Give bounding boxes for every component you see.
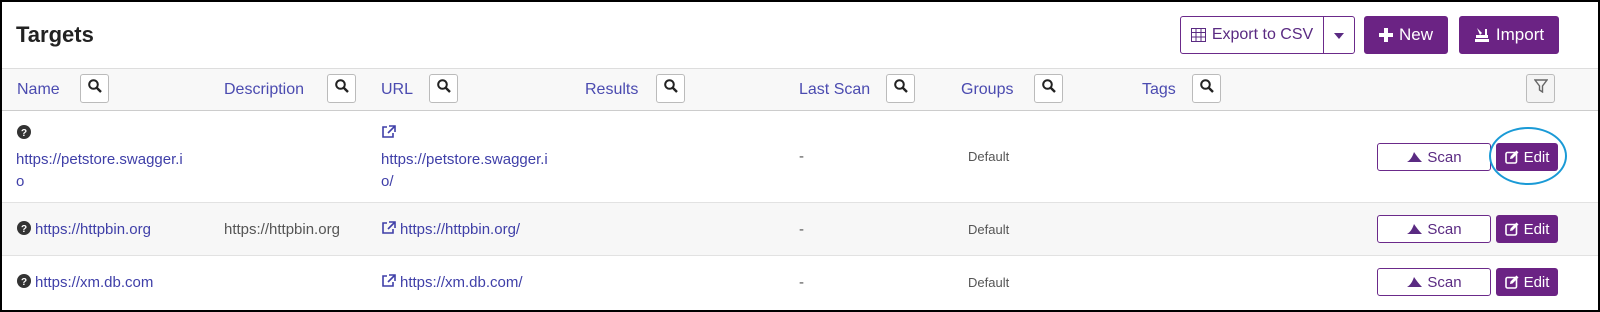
scan-button[interactable]: Scan <box>1377 143 1491 171</box>
column-name[interactable]: Name <box>17 81 60 99</box>
search-icon <box>1199 79 1214 98</box>
svg-text:?: ? <box>21 128 27 139</box>
import-button[interactable]: Import <box>1459 16 1559 54</box>
target-url-line1: https://petstore.swagger.i <box>381 151 548 168</box>
search-icon <box>87 79 102 98</box>
edit-label: Edit <box>1523 273 1550 291</box>
search-icon <box>334 79 349 98</box>
target-name-link[interactable]: https://httpbin.org <box>35 221 151 238</box>
scan-label: Scan <box>1427 220 1462 238</box>
last-scan-value: - <box>799 221 804 238</box>
caret-down-icon <box>1334 26 1344 44</box>
help-icon[interactable]: ? <box>17 125 31 143</box>
filter-icon <box>1533 79 1548 98</box>
edit-icon <box>1504 222 1519 236</box>
target-url-link[interactable]: https://petstore.swagger.i o/ <box>381 149 548 193</box>
last-scan-search-button[interactable] <box>886 74 915 103</box>
new-target-button[interactable]: New <box>1364 16 1448 54</box>
table-row: ? https://httpbin.org https://httpbin.or… <box>2 203 1598 256</box>
import-label: Import <box>1495 25 1545 44</box>
svg-text:?: ? <box>21 277 27 288</box>
new-label: New <box>1398 25 1433 44</box>
fin-icon <box>1406 151 1423 163</box>
search-icon <box>893 79 908 98</box>
target-name-link[interactable]: https://xm.db.com <box>35 274 153 291</box>
target-url-link[interactable]: https://xm.db.com/ <box>400 274 523 291</box>
table-icon <box>1190 28 1206 42</box>
search-icon <box>663 79 678 98</box>
scan-label: Scan <box>1427 148 1462 166</box>
svg-text:?: ? <box>21 224 27 235</box>
table-row: ? https://petstore.swagger.i o https://p… <box>2 111 1598 203</box>
fin-icon <box>1406 223 1423 235</box>
edit-label: Edit <box>1523 220 1550 238</box>
search-icon <box>1041 79 1056 98</box>
group-value: Default <box>968 275 1010 290</box>
fin-icon <box>1406 276 1423 288</box>
name-search-button[interactable] <box>80 74 109 103</box>
page-title: Targets <box>16 22 94 47</box>
column-url[interactable]: URL <box>381 81 413 99</box>
target-name-line2: o <box>16 173 25 190</box>
target-url-line2: o/ <box>381 173 394 190</box>
description-search-button[interactable] <box>327 74 356 103</box>
group-value: Default <box>968 222 1010 237</box>
edit-icon <box>1504 275 1519 289</box>
column-filter-button[interactable] <box>1526 74 1555 103</box>
export-csv-button[interactable]: Export to CSV <box>1180 16 1324 54</box>
target-name-link[interactable]: https://petstore.swagger.i o <box>16 149 183 193</box>
last-scan-value: - <box>799 148 804 165</box>
help-icon[interactable]: ? <box>17 221 31 239</box>
tags-search-button[interactable] <box>1192 74 1221 103</box>
export-csv-label: Export to CSV <box>1211 26 1314 43</box>
target-name-line1: https://petstore.swagger.i <box>16 151 183 168</box>
column-results[interactable]: Results <box>585 81 638 99</box>
column-header-row: Name Description URL Results Last Scan G… <box>2 68 1598 111</box>
target-url-link[interactable]: https://httpbin.org/ <box>400 221 520 238</box>
url-search-button[interactable] <box>429 74 458 103</box>
edit-button[interactable]: Edit <box>1496 215 1558 243</box>
external-link-icon[interactable] <box>381 221 396 239</box>
column-description[interactable]: Description <box>224 81 304 99</box>
search-icon <box>436 79 451 98</box>
column-groups[interactable]: Groups <box>961 81 1013 99</box>
panel-header: Targets Export to CSV New Import <box>2 2 1598 68</box>
scan-label: Scan <box>1427 273 1462 291</box>
edit-button[interactable]: Edit <box>1496 268 1558 296</box>
results-search-button[interactable] <box>656 74 685 103</box>
table-row: ? https://xm.db.com https://xm.db.com/ -… <box>2 256 1598 310</box>
scan-button[interactable]: Scan <box>1377 215 1491 243</box>
target-description: https://httpbin.org <box>224 221 340 238</box>
external-link-icon[interactable] <box>381 274 396 292</box>
groups-search-button[interactable] <box>1034 74 1063 103</box>
export-dropdown-toggle[interactable] <box>1323 16 1355 54</box>
edit-highlight-circle <box>1489 127 1567 185</box>
last-scan-value: - <box>799 274 804 291</box>
help-icon[interactable]: ? <box>17 274 31 292</box>
external-link-icon[interactable] <box>381 125 396 143</box>
scan-button[interactable]: Scan <box>1377 268 1491 296</box>
plus-icon <box>1378 28 1393 42</box>
targets-panel: Targets Export to CSV New Import Name De… <box>0 0 1600 312</box>
column-tags[interactable]: Tags <box>1142 81 1176 99</box>
column-last-scan[interactable]: Last Scan <box>799 81 870 99</box>
group-value: Default <box>968 149 1010 164</box>
import-icon <box>1474 27 1490 43</box>
